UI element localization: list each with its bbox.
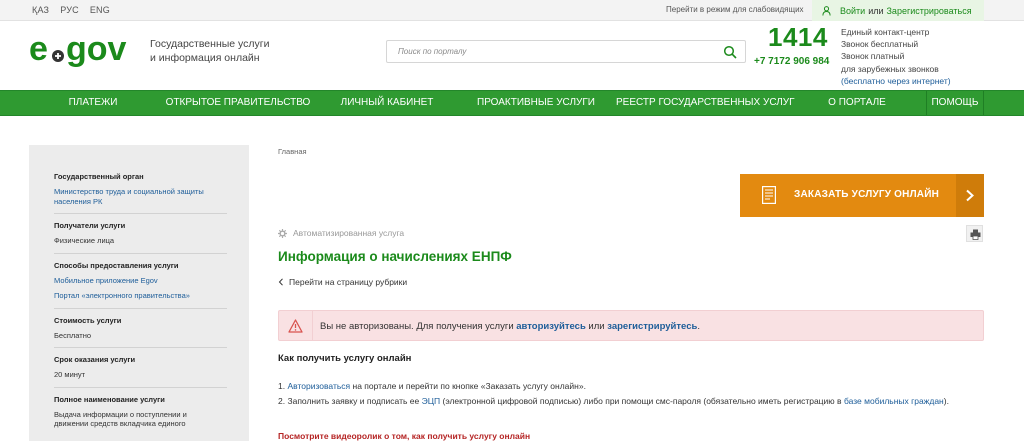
sidebar-heading: Полное наименование услуги: [54, 394, 165, 404]
step1-authorize-link[interactable]: Авторизоваться: [287, 381, 350, 391]
search-box: [386, 40, 746, 63]
nav-proactive-services[interactable]: ПРОАКТИВНЫЕ УСЛУГИ: [456, 91, 616, 115]
sidebar-group: Стоимость услуги Бесплатно: [54, 315, 227, 348]
sidebar-group: Способы предоставления услуги Мобильное …: [54, 261, 227, 309]
step2-eds-link[interactable]: ЭЦП: [422, 396, 441, 406]
service-type-label: Автоматизированная услуга: [293, 228, 405, 238]
breadcrumb-home[interactable]: Главная: [278, 147, 307, 156]
gov-body-line: населения РК: [54, 196, 103, 206]
fullname-line: движении средств вкладчика единого: [54, 419, 186, 428]
printer-icon: [970, 229, 981, 240]
main-nav: ПЛАТЕЖИ ОТКРЫТОЕ ПРАВИТЕЛЬСТВО ЛИЧНЫЙ КА…: [0, 90, 1024, 116]
sidebar-heading: Способы предоставления услуги: [54, 260, 179, 270]
tagline-line2: и информация онлайн: [150, 52, 260, 64]
alert-end: .: [697, 321, 700, 332]
step-number: 1.: [278, 381, 286, 391]
sidebar-group: Государственный орган Министерство труда…: [54, 172, 227, 214]
chevron-right-icon: [966, 189, 974, 202]
step-number: 2.: [278, 396, 286, 406]
step2-mid-text: (электронной цифровой подписью) либо при…: [442, 396, 842, 406]
phone-number[interactable]: +7 7172 906 984: [754, 56, 829, 67]
nav-personal-cabinet[interactable]: ЛИЧНЫЙ КАБИНЕТ: [318, 91, 456, 115]
svg-text:gov: gov: [66, 30, 127, 68]
alert-divider: [312, 311, 313, 340]
gov-body-link[interactable]: Министерство труда и социальной защиты н…: [54, 187, 227, 206]
sidebar-heading: Получатели услуги: [54, 221, 126, 230]
order-button-label: ЗАКАЗАТЬ УСЛУГУ ОНЛАЙН: [794, 189, 940, 200]
back-to-rubric-link[interactable]: Перейти на страницу рубрики: [278, 277, 407, 287]
register-link[interactable]: Зарегистрироваться: [887, 6, 972, 16]
language-switcher: ҚАЗ РУС ENG: [32, 5, 110, 15]
order-arrow-zone: [956, 174, 984, 217]
howto-heading: Как получить услугу онлайн: [278, 353, 412, 364]
gear-icon: [278, 228, 287, 238]
contact-line: Звонок бесплатный: [841, 39, 919, 50]
svg-text:e: e: [29, 30, 48, 68]
contact-line: Звонок платный: [841, 51, 905, 62]
contact-line: для зарубежных звонков: [841, 63, 939, 74]
search-input[interactable]: [387, 41, 707, 62]
contact-line: Единый контакт-центр: [841, 27, 930, 37]
cost-value: Бесплатно: [54, 330, 92, 340]
login-box: Войти или Зарегистрироваться: [812, 0, 984, 21]
sidebar-group: Получатели услуги Физические лица: [54, 221, 227, 254]
service-type: Автоматизированная услуга: [278, 228, 404, 238]
contact-free-link[interactable]: (бесплатно через интернет): [841, 75, 951, 87]
nav-open-government[interactable]: ОТКРЫТОЕ ПРАВИТЕЛЬСТВО: [158, 91, 318, 115]
lang-kaz[interactable]: ҚАЗ: [32, 5, 49, 15]
step2-end: ).: [943, 396, 949, 406]
search-icon[interactable]: [723, 45, 737, 59]
logo-tagline: Государственные услуги и информация онла…: [150, 37, 270, 65]
sidebar-heading: Государственный орган: [54, 172, 144, 181]
nav-about[interactable]: О ПОРТАЛЕ: [788, 91, 926, 115]
alert-authorize-link[interactable]: авторизуйтесь: [516, 321, 586, 332]
nav-services-registry[interactable]: РЕЕСТР ГОСУДАРСТВЕННЫХ УСЛУГ: [616, 91, 795, 115]
lang-rus[interactable]: РУС: [60, 5, 79, 15]
step2-mobile-base-link[interactable]: базе мобильных граждан: [844, 396, 944, 406]
sidebar-heading: Срок оказания услуги: [54, 355, 136, 364]
order-service-button[interactable]: ЗАКАЗАТЬ УСЛУГУ ОНЛАЙН: [740, 174, 984, 217]
warning-icon: [288, 319, 303, 333]
back-link-label: Перейти на страницу рубрики: [289, 277, 408, 287]
login-separator: или: [868, 5, 884, 16]
howto-steps: 1. Авторизоваться на портале и перейти п…: [278, 380, 978, 410]
hotline-number[interactable]: 1414: [768, 22, 828, 53]
tagline-line1: Государственные услуги: [150, 38, 270, 50]
alert-or: или: [588, 321, 605, 332]
impaired-mode-link[interactable]: Перейти в режим для слабовидящих: [666, 5, 804, 14]
nav-payments[interactable]: ПЛАТЕЖИ: [28, 91, 158, 115]
term-value: 20 минут: [54, 370, 86, 379]
egov-logo[interactable]: e gov: [29, 29, 141, 69]
user-icon: [822, 5, 831, 16]
print-button[interactable]: [966, 225, 983, 242]
document-icon: [762, 186, 776, 204]
login-link[interactable]: Войти: [840, 6, 865, 16]
step2-text: Заполнить заявку и подписать ее: [287, 396, 420, 406]
alert-text: Вы не авторизованы. Для получения услуги…: [320, 321, 700, 332]
page-title: Информация о начислениях ЕНПФ: [278, 249, 512, 264]
lang-eng[interactable]: ENG: [90, 5, 110, 15]
contact-info: Единый контакт-центр Звонок бесплатный З…: [841, 26, 951, 87]
fullname-line: Выдача информации о поступлении и: [54, 409, 187, 419]
not-authorized-alert: Вы не авторизованы. Для получения услуги…: [278, 310, 984, 341]
sidebar-heading: Стоимость услуги: [54, 315, 122, 325]
alert-prefix: Вы не авторизованы. Для получения услуги: [320, 321, 514, 332]
step1-text: на портале и перейти по кнопке «Заказать…: [352, 381, 586, 391]
video-howto-link[interactable]: Посмотрите видеоролик о том, как получит…: [278, 431, 530, 441]
gov-body-line: Министерство труда и социальной защиты: [54, 187, 204, 196]
nav-help[interactable]: ПОМОЩЬ: [926, 91, 984, 115]
step-item: 1. Авторизоваться на портале и перейти п…: [278, 380, 978, 392]
method-mobile-link[interactable]: Мобильное приложение Egov: [54, 276, 227, 286]
top-bar: ҚАЗ РУС ENG Перейти в режим для слабовид…: [0, 0, 1024, 21]
method-portal-link[interactable]: Портал «электронного правительства»: [54, 291, 227, 301]
sidebar-group: Полное наименование услуги Выдача информ…: [54, 395, 227, 436]
recipients-value: Физические лица: [54, 236, 115, 245]
service-info-sidebar: Государственный орган Министерство труда…: [29, 145, 249, 441]
chevron-left-icon: [278, 278, 283, 286]
alert-register-link[interactable]: зарегистрируйтесь: [607, 321, 697, 332]
step-item: 2. Заполнить заявку и подписать ее ЭЦП (…: [278, 395, 978, 407]
sidebar-group: Срок оказания услуги 20 минут: [54, 355, 227, 388]
